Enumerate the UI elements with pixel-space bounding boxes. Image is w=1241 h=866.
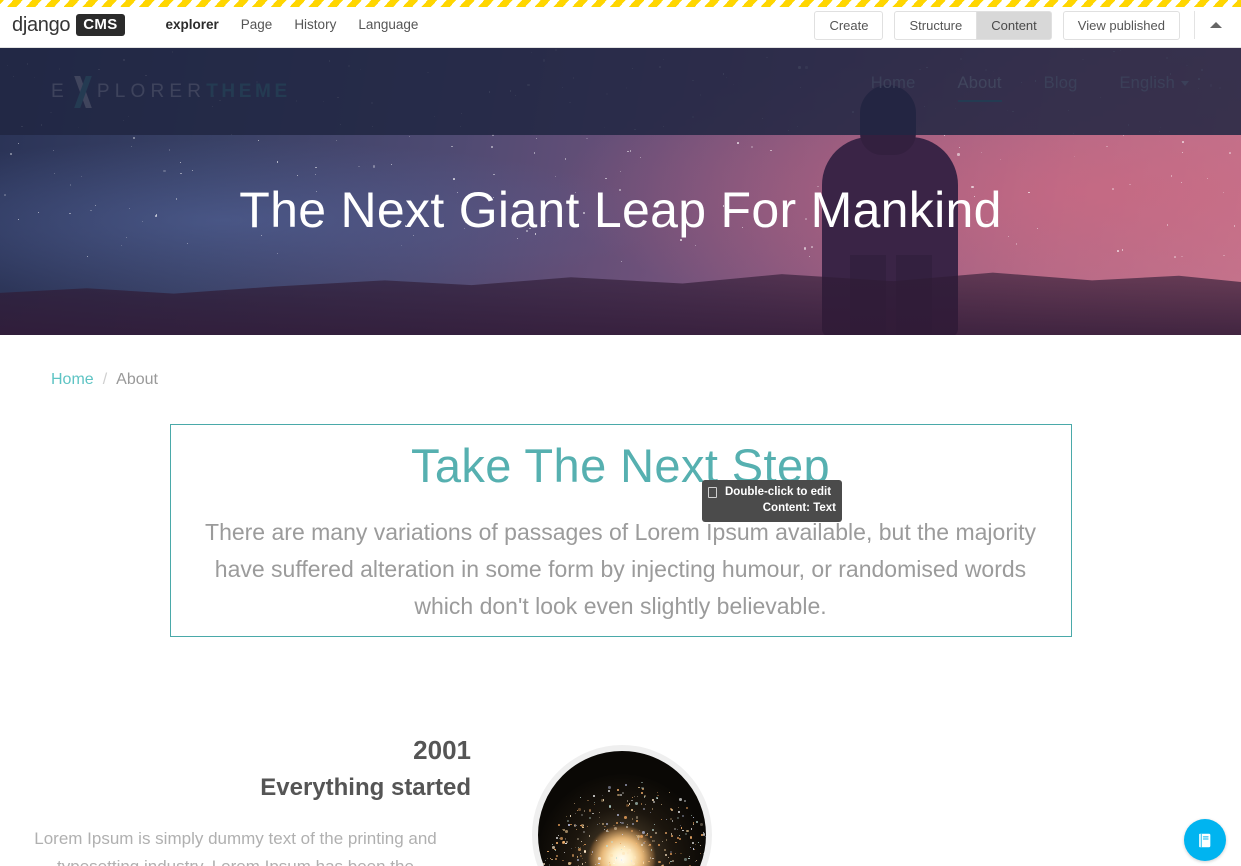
timeline-text-block: 2001 Everything started Lorem Ipsum is s… bbox=[0, 735, 495, 866]
breadcrumb-home-link[interactable]: Home bbox=[51, 371, 94, 389]
timeline-body-text: Lorem Ipsum is simply dummy text of the … bbox=[34, 829, 437, 866]
book-icon bbox=[1198, 833, 1210, 847]
timeline-year: 2001 bbox=[413, 735, 471, 765]
django-cms-logo[interactable]: django CMS bbox=[12, 14, 125, 37]
caret-up-icon bbox=[1210, 22, 1222, 28]
cms-badge: CMS bbox=[76, 14, 125, 36]
tooltip-line-1: Double-click to edit bbox=[725, 486, 832, 498]
main-content: Take The Next Step There are many variat… bbox=[0, 424, 1241, 637]
structure-button[interactable]: Structure bbox=[894, 10, 977, 40]
editable-text-plugin-region[interactable]: Take The Next Step There are many variat… bbox=[169, 424, 1072, 637]
cms-toolbar-right: Create Structure Content View published bbox=[803, 2, 1241, 49]
breadcrumb-current: About bbox=[116, 371, 158, 388]
toolbar-divider bbox=[1194, 11, 1195, 39]
toolbar-menu-page[interactable]: Page bbox=[230, 1, 284, 49]
plugin-drag-icon bbox=[708, 486, 717, 498]
help-fab-button[interactable] bbox=[1184, 819, 1226, 861]
section-title: Take The Next Step bbox=[410, 439, 831, 492]
view-published-button[interactable]: View published bbox=[1062, 10, 1180, 40]
toolbar-menu-explorer[interactable]: explorer bbox=[155, 1, 230, 49]
breadcrumb: Home / About bbox=[0, 335, 1241, 425]
cms-toolbar-stripe bbox=[0, 0, 1241, 7]
tooltip-line-2: Content: Text bbox=[762, 502, 836, 515]
cms-toolbar-left: django CMS explorer Page History Languag… bbox=[0, 0, 429, 47]
plugin-edit-tooltip: Double-click to edit Content: Text bbox=[702, 480, 842, 522]
breadcrumb-separator: / bbox=[102, 371, 108, 388]
timeline-heading: Everything started bbox=[260, 774, 471, 802]
toolbar-menu-history[interactable]: History bbox=[283, 1, 347, 49]
django-wordmark: django bbox=[12, 13, 71, 36]
toolbar-collapse-button[interactable] bbox=[1199, 8, 1233, 42]
view-mode-group: Structure Content bbox=[894, 10, 1052, 40]
section-lead-paragraph: There are many variations of passages of… bbox=[205, 518, 1036, 620]
cms-toolbar: django CMS explorer Page History Languag… bbox=[0, 0, 1241, 48]
hero-banner: E PLORER THEME Home About Blog English T… bbox=[0, 48, 1241, 335]
toolbar-menu-language[interactable]: Language bbox=[347, 1, 429, 49]
create-button[interactable]: Create bbox=[814, 10, 884, 40]
content-button[interactable]: Content bbox=[976, 10, 1052, 40]
cms-toolbar-menu: explorer Page History Language bbox=[155, 2, 430, 49]
site-header-bar bbox=[0, 48, 1241, 135]
